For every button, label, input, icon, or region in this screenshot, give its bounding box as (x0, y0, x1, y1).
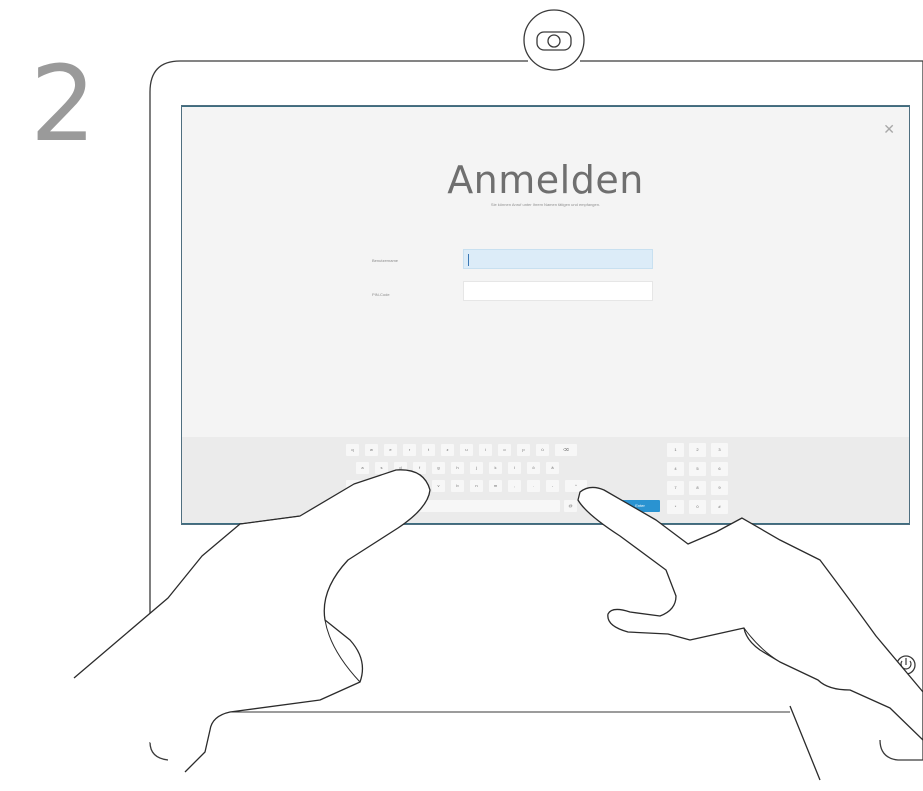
left-hand-icon (73, 469, 431, 773)
hands-illustration (73, 469, 923, 781)
right-hand-icon (577, 486, 923, 741)
